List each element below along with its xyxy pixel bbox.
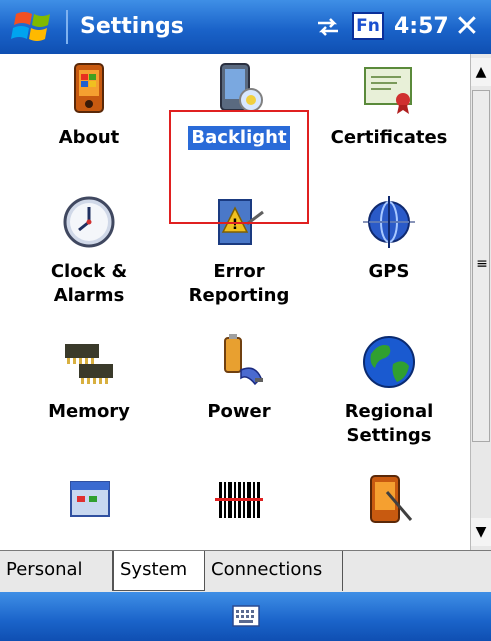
bottom-bar [0,592,491,641]
settings-item-row4-col3[interactable] [319,472,459,528]
barcode-icon [215,482,263,518]
scroll-down-button[interactable]: ▼ [471,518,491,546]
settings-item-row4-col2[interactable] [169,472,309,528]
title-separator [66,10,68,44]
title-bar: Settings Fn 4:57 ✕ [0,0,491,54]
settings-item-label: Power [207,401,271,422]
settings-item-row4-col1[interactable] [19,472,159,528]
vertical-scrollbar[interactable]: ▲ ≡ ▼ [470,54,491,550]
settings-item-regional-settings[interactable]: Regional Settings [319,334,459,448]
keyboard-icon[interactable] [232,605,260,627]
stylus-pda-icon [370,475,413,523]
scroll-thumb[interactable]: ≡ [472,90,490,442]
settings-item-label: Certificates [330,127,448,148]
fn-key-indicator[interactable]: Fn [352,12,384,40]
settings-item-label: Clock & Alarms [50,261,128,306]
memory-icon [65,344,113,384]
settings-item-label: GPS [368,261,410,282]
settings-item-label: About [58,127,120,148]
scroll-up-button[interactable]: ▲ [471,58,491,86]
tab-bar: Personal System Connections [0,550,491,592]
power-icon [224,334,263,386]
settings-item-certificates[interactable]: Certificates [319,60,459,150]
backlight-icon [220,63,263,112]
settings-item-label: Error Reporting [188,261,290,306]
globe-icon [363,336,415,388]
settings-item-label: Regional Settings [344,401,434,446]
selection-highlight [169,110,309,224]
clock[interactable]: 4:57 [394,14,449,39]
settings-item-power[interactable]: Power [169,334,309,424]
tab-system[interactable]: System [113,551,205,591]
application-icon [70,481,110,517]
connectivity-icon[interactable] [314,15,342,39]
start-menu-icon[interactable] [10,8,60,46]
clock-icon [63,196,115,248]
settings-item-clock-alarms[interactable]: Clock & Alarms [19,194,159,308]
app-title: Settings [80,14,184,39]
gps-icon [363,196,415,248]
settings-grid: About Backlight Certificates Clock & Ala… [0,54,470,550]
settings-item-memory[interactable]: Memory [19,334,159,424]
pda-icon [74,63,104,113]
scroll-grip-icon: ≡ [476,256,488,272]
settings-item-about[interactable]: About [19,60,159,150]
settings-item-gps[interactable]: GPS [319,194,459,284]
close-button[interactable]: ✕ [446,8,488,46]
certificate-icon [364,67,412,114]
settings-item-label: Memory [48,401,130,422]
tab-personal[interactable]: Personal [0,551,113,591]
tab-connections[interactable]: Connections [205,551,343,591]
